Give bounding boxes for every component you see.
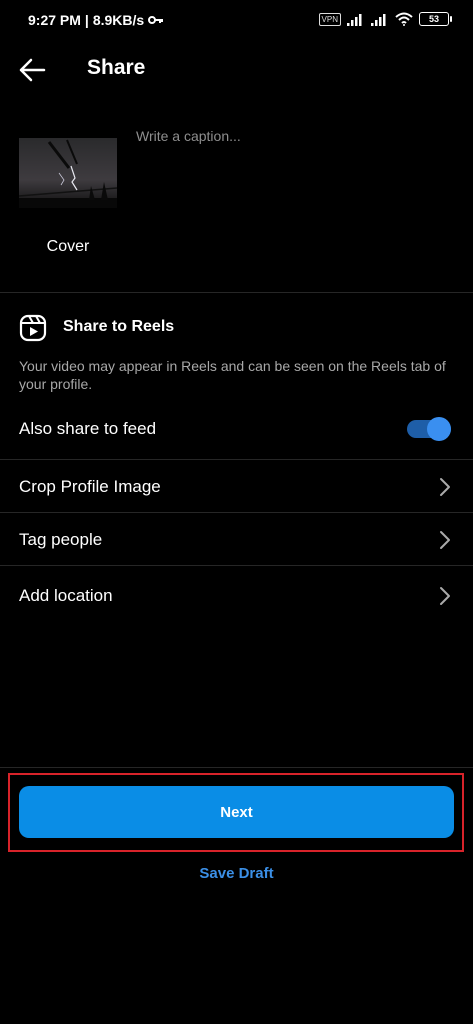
chevron-right-icon <box>440 478 450 496</box>
signal-icon <box>371 13 386 26</box>
battery-level: 53 <box>428 14 439 24</box>
arrow-left-icon <box>19 58 46 82</box>
caption-input[interactable] <box>136 122 456 150</box>
divider <box>0 292 473 293</box>
status-network-speed: 8.9KB/s <box>92 12 145 28</box>
save-draft-button[interactable]: Save Draft <box>0 865 473 882</box>
status-separator: | <box>84 12 89 28</box>
tag-people-row[interactable]: Tag people <box>0 514 473 566</box>
toggle-knob <box>427 417 451 441</box>
cover-thumbnail[interactable] <box>19 138 117 208</box>
divider <box>0 512 473 513</box>
also-share-to-feed-row: Also share to feed <box>0 403 473 455</box>
add-location-label: Add location <box>19 586 113 605</box>
chevron-right-icon <box>440 531 450 549</box>
status-time: 9:27 PM <box>28 12 81 28</box>
divider <box>0 565 473 566</box>
wifi-icon <box>395 12 413 26</box>
reels-icon <box>19 314 47 342</box>
signal-icon <box>347 13 362 26</box>
crop-profile-image-row[interactable]: Crop Profile Image <box>0 461 473 513</box>
divider <box>0 459 473 460</box>
reels-description: Your video may appear in Reels and can b… <box>19 358 446 392</box>
key-icon <box>148 16 164 24</box>
status-bar: 9:27 PM | 8.9KB/s VPN 53 <box>0 0 473 42</box>
also-share-to-feed-toggle[interactable] <box>407 417 451 441</box>
cover-label[interactable]: Cover <box>19 238 117 256</box>
back-button[interactable] <box>16 54 52 86</box>
status-left: 9:27 PM | 8.9KB/s <box>28 12 164 28</box>
add-location-row[interactable]: Add location <box>0 570 473 622</box>
reels-title: Share to Reels <box>63 318 175 335</box>
vpn-badge: VPN <box>318 12 341 26</box>
cover-image <box>19 138 117 208</box>
header: Share <box>0 42 473 98</box>
tag-people-label: Tag people <box>19 530 103 549</box>
page-title: Share <box>87 56 146 79</box>
status-right: VPN 53 <box>318 12 452 26</box>
battery-icon: 53 <box>419 12 452 26</box>
divider <box>0 767 473 768</box>
also-share-to-feed-label: Also share to feed <box>19 419 157 438</box>
chevron-right-icon <box>440 587 450 605</box>
crop-profile-image-label: Crop Profile Image <box>19 477 161 496</box>
next-button[interactable]: Next <box>19 786 454 838</box>
